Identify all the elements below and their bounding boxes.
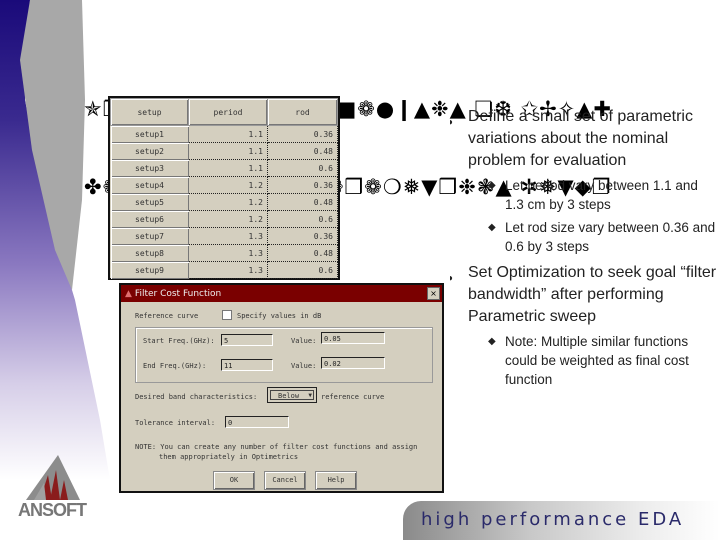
diamond-bullet-icon: ◆ [488,180,496,191]
period-cell[interactable]: 1.2 [188,193,268,211]
period-cell[interactable]: 1.3 [188,227,268,245]
note-line-2: them appropriately in Optimetrics [159,453,299,461]
sub-bullet-text: Let rod size vary between 0.36 and 0.6 b… [505,220,716,254]
bullet-text: Set Optimization to seek goal “filter ba… [468,264,717,325]
row-header[interactable]: setup4 [110,176,189,194]
rod-cell[interactable]: 0.48 [267,244,338,262]
dialog-title: Filter Cost Function [134,288,222,299]
start-value-label: Value: [291,337,317,345]
ansoft-logo-text: ANSOFT [18,500,87,520]
bullet-list: ◗ Define a small set of parametric varia… [448,106,720,389]
reference-curve-label: Reference curve [135,312,199,320]
rod-cell[interactable]: 0.6 [267,210,338,228]
band-selected-value: Below [278,392,300,400]
row-header[interactable]: setup8 [110,244,189,262]
sub-bullet-item: ◆ Let rod size vary between 0.36 and 0.6… [448,218,720,256]
row-header[interactable]: setup7 [110,227,189,245]
specify-db-checkbox[interactable] [222,310,232,320]
start-freq-label: Start Freq.(GHz): [143,337,215,345]
rod-cell[interactable]: 0.48 [267,142,338,160]
end-freq-label: End Freq.(GHz): [143,362,207,370]
table-row: setup9 1.3 0.6 [110,261,338,279]
period-cell[interactable]: 1.1 [188,125,268,143]
end-freq-input[interactable]: 11 [221,359,273,371]
dropdown-arrow-icon: ▼ [308,392,312,399]
sub-bullet-text: Note: Multiple similar functions could b… [505,334,689,387]
rod-cell[interactable]: 0.6 [267,159,338,177]
table-row: setup7 1.3 0.36 [110,227,338,245]
period-cell[interactable]: 1.2 [188,176,268,194]
filter-cost-function-dialog: ▲ Filter Cost Function × Reference curve… [119,283,444,493]
period-cell[interactable]: 1.2 [188,210,268,228]
period-cell[interactable]: 1.1 [188,142,268,160]
tagline-banner: high performance EDA [403,501,720,540]
table-row: setup3 1.1 0.6 [110,159,338,177]
rod-cell[interactable]: 0.36 [267,125,338,143]
diamond-bullet-icon: ◆ [488,336,496,347]
sub-bullet-item: ◆ Let period vary between 1.1 and 1.3 cm… [448,176,720,214]
rod-cell[interactable]: 0.6 [267,261,338,279]
bullet-item: ◗ Define a small set of parametric varia… [448,106,720,172]
bullet-item: ◗ Set Optimization to seek goal “filter … [448,262,720,328]
period-cell[interactable]: 1.3 [188,244,268,262]
end-value-label: Value: [291,362,317,370]
end-value-input[interactable]: 0.02 [321,357,385,369]
bullet-marker-icon: ◗ [448,117,455,128]
table-row: setup6 1.2 0.6 [110,210,338,228]
row-header[interactable]: setup2 [110,142,189,160]
table-row: setup8 1.3 0.48 [110,244,338,262]
parametric-setup-table: setup period rod setup1 1.1 0.36 setup2 1.1 0… [108,96,340,280]
note-line-1: NOTE: You can create any number of filte… [135,443,418,451]
bullet-text: Define a small set of parametric variati… [468,108,693,169]
app-icon: ▲ [125,288,132,299]
help-button[interactable]: Help [315,471,357,490]
rod-cell[interactable]: 0.36 [267,176,338,194]
row-header[interactable]: setup6 [110,210,189,228]
rod-cell[interactable]: 0.36 [267,227,338,245]
specify-db-label: Specify values in dB [237,312,322,320]
period-cell[interactable]: 1.1 [188,159,268,177]
tolerance-label: Tolerance interval: [135,419,216,427]
diamond-bullet-icon: ◆ [488,222,496,233]
band-characteristics-dropdown[interactable]: Below ▼ [267,387,317,403]
row-header[interactable]: setup1 [110,125,189,143]
period-cell[interactable]: 1.3 [188,261,268,279]
dialog-title-bar[interactable]: ▲ Filter Cost Function × [121,285,442,302]
ok-button[interactable]: OK [213,471,255,490]
table-row: setup2 1.1 0.48 [110,142,338,160]
table-row: setup5 1.2 0.48 [110,193,338,211]
band-suffix-label: reference curve [321,393,385,401]
close-icon[interactable]: × [427,287,440,300]
row-header[interactable]: setup5 [110,193,189,211]
column-header-setup[interactable]: setup [110,98,189,126]
start-freq-input[interactable]: 5 [221,334,273,346]
bullet-marker-icon: ◗ [448,273,455,284]
column-header-rod[interactable]: rod [267,98,338,126]
sub-bullet-item: ◆ Note: Multiple similar functions could… [448,332,720,389]
rod-cell[interactable]: 0.48 [267,193,338,211]
reference-curve-group [135,327,433,383]
column-header-period[interactable]: period [188,98,268,126]
table-row: setup1 1.1 0.36 [110,125,338,143]
sub-bullet-text: Let period vary between 1.1 and 1.3 cm b… [505,178,698,212]
cancel-button[interactable]: Cancel [264,471,306,490]
row-header[interactable]: setup3 [110,159,189,177]
table-row: setup4 1.2 0.36 [110,176,338,194]
tagline-text: high performance EDA [421,509,685,530]
row-header[interactable]: setup9 [110,261,189,279]
tolerance-input[interactable]: 0 [225,416,289,428]
start-value-input[interactable]: 0.05 [321,332,385,344]
band-characteristics-label: Desired band characteristics: [135,393,258,401]
